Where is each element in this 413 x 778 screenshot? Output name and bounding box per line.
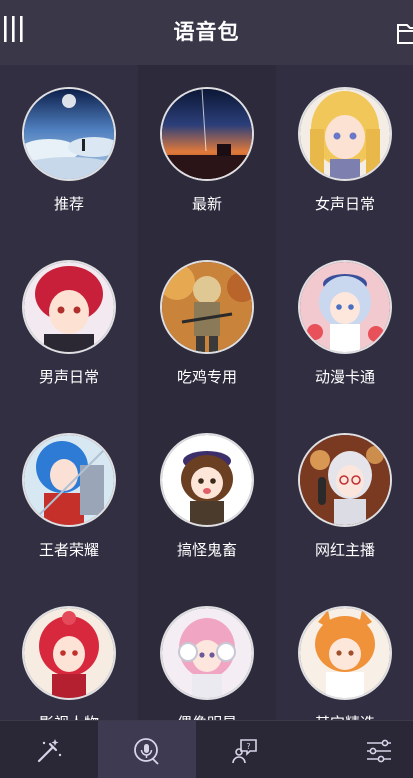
- magic-wand-icon: [37, 739, 62, 763]
- blonde-anime-girl-avatar: [300, 89, 390, 179]
- category-label: 动漫卡通: [314, 368, 375, 386]
- sunset-sky-avatar: [162, 89, 252, 179]
- tab-voice[interactable]: [98, 721, 196, 778]
- anime-sky-scene-avatar: [24, 89, 114, 179]
- category-label: 搞怪鬼畜: [176, 541, 237, 559]
- chat-help-icon: ?: [232, 739, 257, 764]
- pubg-soldier-avatar: [162, 262, 252, 352]
- category-label: 王者荣耀: [38, 541, 99, 559]
- category-item-male-daily[interactable]: 男声日常: [0, 238, 138, 411]
- category-label: 网红主播: [314, 541, 375, 559]
- category-item-female-daily[interactable]: 女声日常: [276, 65, 413, 238]
- glasses-girl-mic-avatar: [300, 435, 390, 525]
- category-item-latest[interactable]: 最新: [138, 65, 276, 238]
- mic-voice-icon: [134, 738, 159, 765]
- tab-magic[interactable]: [0, 721, 98, 778]
- tab-settings[interactable]: [294, 721, 413, 778]
- category-item-recommend[interactable]: 推荐: [0, 65, 138, 238]
- category-item-funny[interactable]: 搞怪鬼畜: [138, 411, 276, 584]
- brown-hair-cute-girl-avatar: [162, 435, 252, 525]
- category-label: 其它精选: [276, 712, 413, 720]
- pink-hair-headphone-girl-avatar: [162, 608, 252, 698]
- category-item-anime[interactable]: 动漫卡通: [276, 238, 413, 411]
- app-header: 语音包: [0, 0, 413, 65]
- category-item-pubg[interactable]: 吃鸡专用: [138, 238, 276, 411]
- folder-icon[interactable]: [396, 20, 413, 46]
- category-label: 女声日常: [314, 195, 375, 213]
- svg-text:?: ?: [246, 742, 250, 751]
- category-item-idol-stars[interactable]: 偶像明星: [138, 584, 276, 720]
- category-item-honor-of-kings[interactable]: 王者荣耀: [0, 411, 138, 584]
- category-grid: 推荐 最新 女声日常 男声日常 吃鸡专用 动漫卡通 王者荣耀 搞怪鬼畜 网红主播: [0, 65, 413, 720]
- settings-sliders-icon: [367, 739, 391, 763]
- red-hair-anime-boy-avatar: [24, 262, 114, 352]
- bottom-tab-bar: ?: [0, 720, 413, 778]
- category-item-film-characters[interactable]: 影视人物: [0, 584, 138, 720]
- category-label: 吃鸡专用: [176, 368, 237, 386]
- blue-hair-warrior-avatar: [24, 435, 114, 525]
- category-label: 男声日常: [38, 368, 99, 386]
- blue-hair-anime-girl-avatar: [300, 262, 390, 352]
- category-label: 影视人物: [0, 712, 138, 720]
- red-hair-flower-girl-avatar: [24, 608, 114, 698]
- orange-hair-fox-girl-avatar: [300, 608, 390, 698]
- page-title: 语音包: [173, 20, 240, 44]
- category-label: 推荐: [53, 195, 84, 213]
- tab-help[interactable]: ?: [196, 721, 294, 778]
- category-item-streamer[interactable]: 网红主播: [276, 411, 413, 584]
- category-label: 偶像明星: [138, 712, 276, 720]
- category-label: 最新: [191, 195, 222, 213]
- category-item-other-picks[interactable]: 其它精选: [276, 584, 413, 720]
